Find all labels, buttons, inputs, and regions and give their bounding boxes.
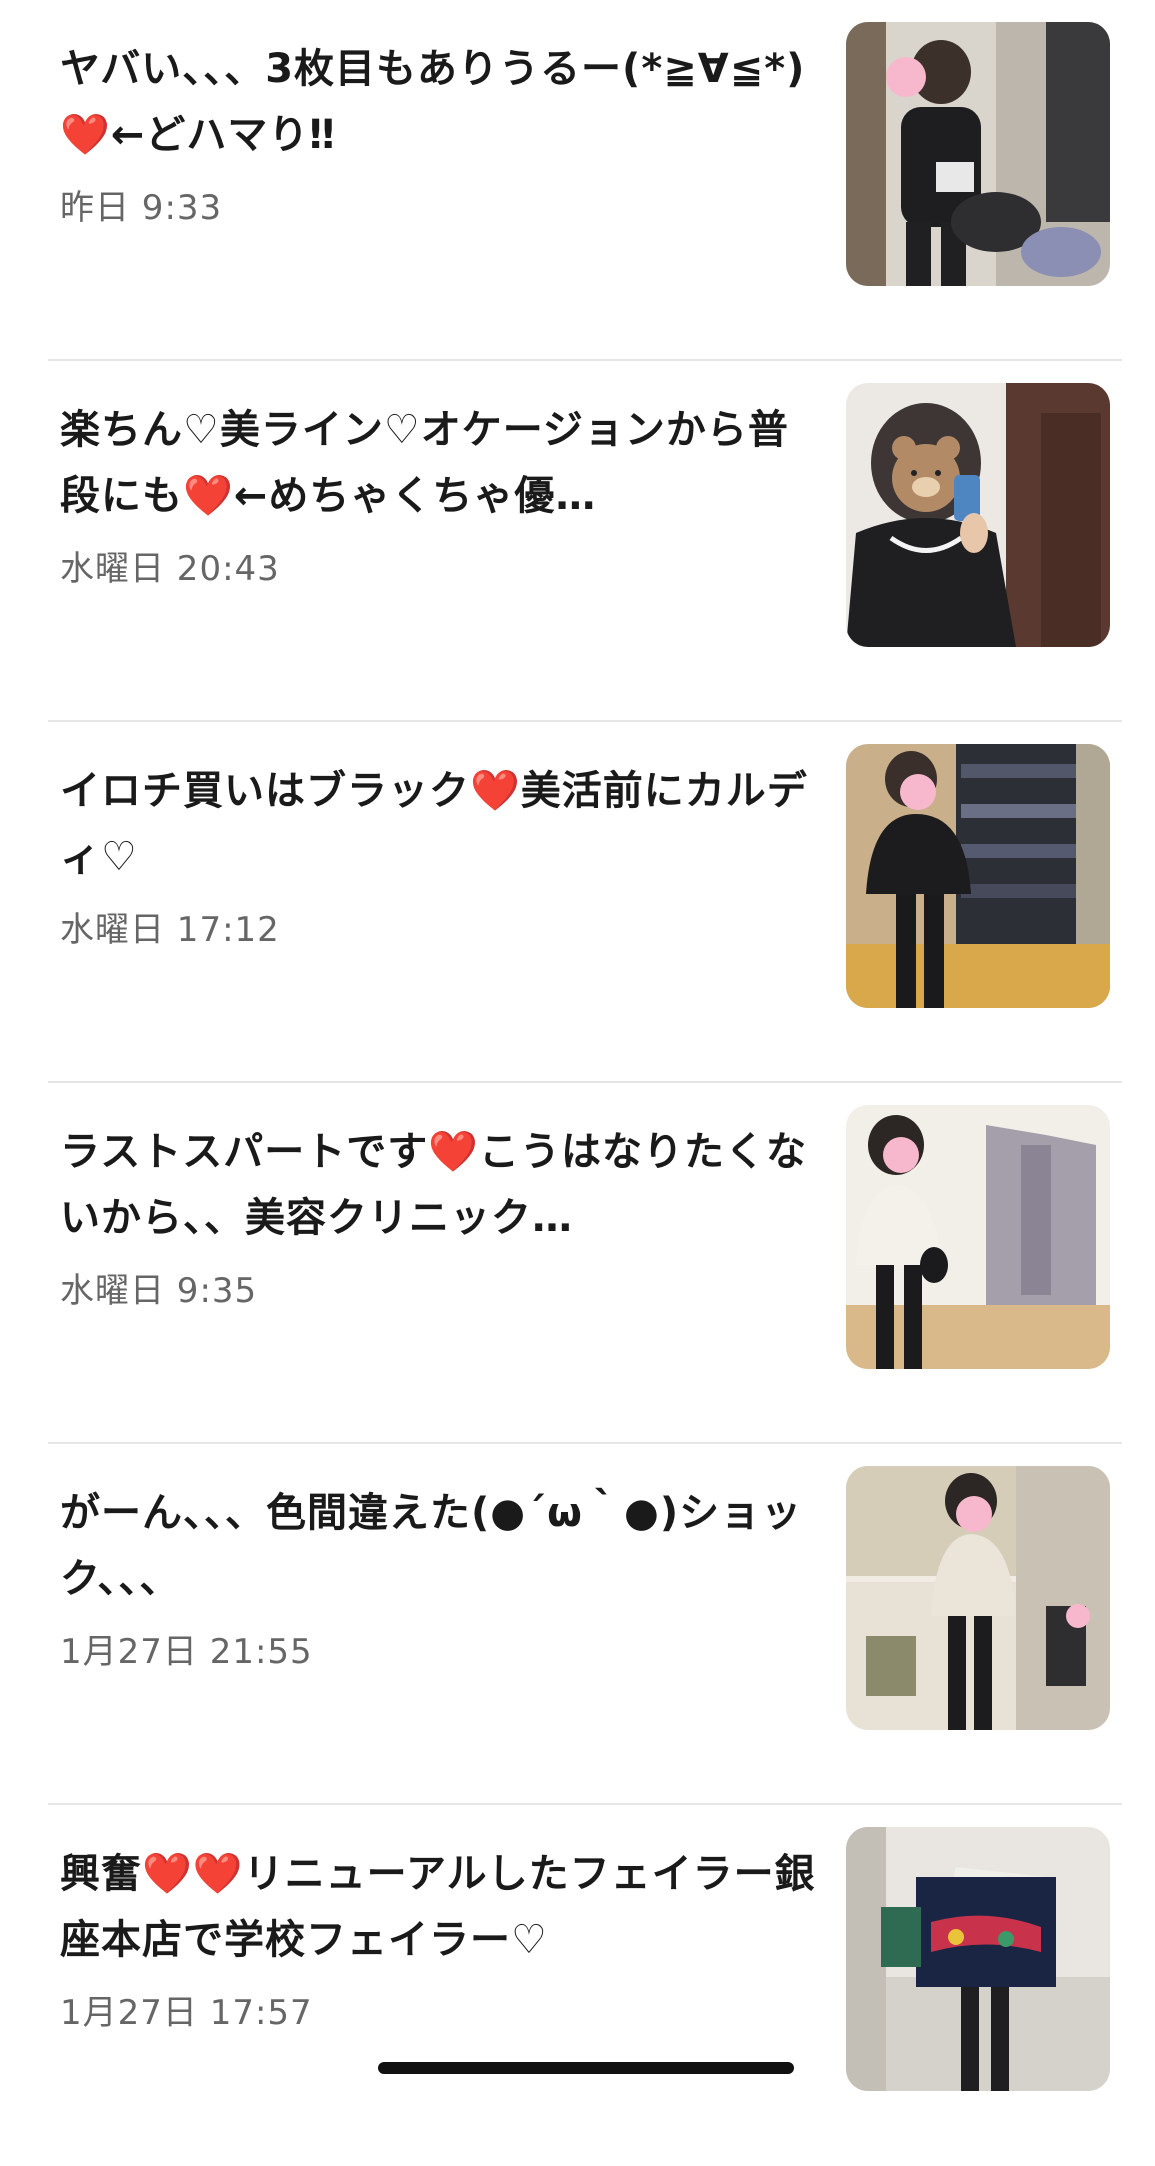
list-item[interactable]: 興奮❤️❤️リニューアルしたフェイラー銀座本店で学校フェイラー♡ 1月27日 1… <box>48 1805 1122 2166</box>
photo-image-icon <box>846 22 1110 286</box>
photo-image-icon <box>846 1105 1110 1369</box>
outfit-photo-thumbnail[interactable] <box>846 1105 1110 1369</box>
post-title[interactable]: がーん、、、色間違えた(●´ω｀●)ショック、、、 <box>60 1480 820 1612</box>
photo-image-icon <box>846 744 1110 1008</box>
photo-image-icon <box>846 383 1110 647</box>
outfit-photo-thumbnail[interactable] <box>846 744 1110 1008</box>
post-timestamp: 水曜日 9:35 <box>60 1271 258 1311</box>
post-timestamp: 1月27日 17:57 <box>60 1993 313 2033</box>
post-title[interactable]: 楽ちん♡美ライン♡オケージョンから普段にも❤️←めちゃくちゃ優… <box>60 397 820 529</box>
outfit-photo-thumbnail[interactable] <box>846 22 1110 286</box>
post-title[interactable]: イロチ買いはブラック❤️美活前にカルディ♡ <box>60 758 820 890</box>
home-indicator[interactable] <box>378 2062 794 2074</box>
list-item[interactable]: ヤバい、、、3枚目もありうるー(*≧∀≦*)❤️←どハマり‼︎ 昨日 9:33 <box>48 0 1122 361</box>
photo-image-icon <box>846 1466 1110 1730</box>
list-item[interactable]: ラストスパートです❤️こうはなりたくないから、、美容クリニック… 水曜日 9:3… <box>48 1083 1122 1444</box>
post-timestamp: 昨日 9:33 <box>60 188 223 228</box>
post-title[interactable]: ラストスパートです❤️こうはなりたくないから、、美容クリニック… <box>60 1119 820 1251</box>
list-item[interactable]: 楽ちん♡美ライン♡オケージョンから普段にも❤️←めちゃくちゃ優… 水曜日 20:… <box>48 361 1122 722</box>
list-item[interactable]: イロチ買いはブラック❤️美活前にカルディ♡ 水曜日 17:12 <box>48 722 1122 1083</box>
post-timestamp: 水曜日 20:43 <box>60 549 280 589</box>
list-item[interactable]: がーん、、、色間違えた(●´ω｀●)ショック、、、 1月27日 21:55 <box>48 1444 1122 1805</box>
post-title[interactable]: ヤバい、、、3枚目もありうるー(*≧∀≦*)❤️←どハマり‼︎ <box>60 36 820 168</box>
post-timestamp: 水曜日 17:12 <box>60 910 280 950</box>
outfit-photo-thumbnail[interactable] <box>846 1466 1110 1730</box>
outfit-photo-thumbnail[interactable] <box>846 383 1110 647</box>
post-timestamp: 1月27日 21:55 <box>60 1632 313 1672</box>
photo-image-icon <box>846 1827 1110 2091</box>
post-title[interactable]: 興奮❤️❤️リニューアルしたフェイラー銀座本店で学校フェイラー♡ <box>60 1841 820 1973</box>
outfit-photo-thumbnail[interactable] <box>846 1827 1110 2091</box>
